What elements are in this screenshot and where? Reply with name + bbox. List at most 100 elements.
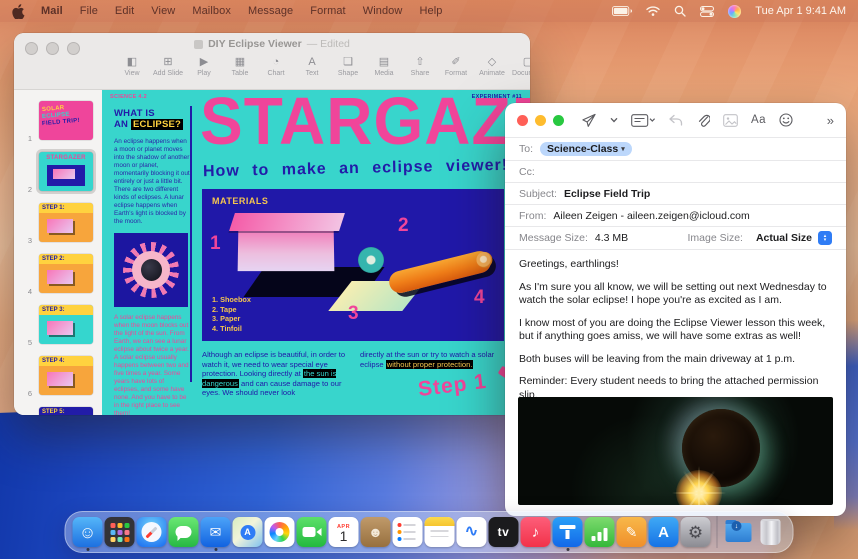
toolbar-overflow-icon[interactable]: » bbox=[827, 113, 834, 128]
dock-contacts[interactable]: ☻ bbox=[361, 517, 391, 547]
menu-window[interactable]: Window bbox=[363, 5, 403, 17]
menu-help[interactable]: Help bbox=[419, 5, 442, 17]
map-marker-icon: A bbox=[240, 525, 255, 540]
toolbar-document[interactable]: ▢Document bbox=[510, 56, 530, 77]
control-center-icon[interactable] bbox=[700, 6, 714, 17]
dock-messages[interactable] bbox=[169, 517, 199, 547]
materials-number-3: 3 bbox=[348, 303, 359, 325]
minimize-button[interactable] bbox=[535, 115, 546, 126]
send-options-chevron-icon[interactable] bbox=[610, 117, 618, 123]
siri-icon[interactable] bbox=[728, 5, 741, 18]
keynote-traffic-lights[interactable] bbox=[25, 42, 80, 55]
slide-thumbnail-6[interactable]: STEP 4: bbox=[39, 356, 93, 395]
dock-facetime[interactable] bbox=[297, 517, 327, 547]
menu-mail[interactable]: Mail bbox=[41, 5, 63, 17]
to-recipient-token[interactable]: Science-Class▾ bbox=[540, 142, 632, 156]
document-icon: ▢ bbox=[523, 56, 530, 69]
thumb-artwork bbox=[47, 372, 73, 386]
menu-format[interactable]: Format bbox=[310, 5, 345, 17]
image-size-select[interactable]: Image Size: Actual Size ▴▾ bbox=[688, 231, 832, 245]
dock-keynote[interactable] bbox=[553, 517, 583, 547]
dock-appstore[interactable]: A bbox=[649, 517, 679, 547]
apple-menu-icon[interactable] bbox=[12, 4, 25, 19]
dock-photos[interactable] bbox=[265, 517, 295, 547]
toolbar-view[interactable]: ◧View bbox=[114, 56, 150, 77]
dock-notes[interactable] bbox=[425, 517, 455, 547]
dock-launchpad[interactable] bbox=[105, 517, 135, 547]
slide-thumbnail-3[interactable]: STEP 1: bbox=[39, 203, 93, 242]
zoom-button[interactable] bbox=[553, 115, 564, 126]
slide-thumbnail-1[interactable]: SOLARECLIPSEFIELD TRIP! bbox=[39, 101, 93, 140]
toolbar-animate[interactable]: ◇Animate bbox=[474, 56, 510, 77]
tv-icon: tv bbox=[498, 526, 510, 538]
toolbar-text[interactable]: AText bbox=[294, 56, 330, 77]
toolbar-play[interactable]: ▶Play bbox=[186, 56, 222, 77]
search-icon[interactable] bbox=[674, 5, 686, 17]
dock-mail[interactable]: ✉ bbox=[201, 517, 231, 547]
dock-trash[interactable] bbox=[756, 517, 786, 547]
toolbar-chart[interactable]: ◔Chart bbox=[258, 56, 294, 77]
slide-thumbnail-7[interactable]: STEP 5: bbox=[39, 407, 93, 415]
toolbar-label: Shape bbox=[338, 70, 358, 77]
toolbar-share[interactable]: ⇧Share bbox=[402, 56, 438, 77]
dock-downloads[interactable]: ↓ bbox=[724, 517, 754, 547]
dock-music[interactable]: ♪ bbox=[521, 517, 551, 547]
dock-tv[interactable]: tv bbox=[489, 517, 519, 547]
format-text-icon[interactable]: Aa bbox=[751, 114, 766, 126]
mail-traffic-lights[interactable] bbox=[517, 115, 564, 126]
dock-reminders[interactable] bbox=[393, 517, 423, 547]
menu-message[interactable]: Message bbox=[248, 5, 293, 17]
toolbar-add-slide[interactable]: ⊞Add Slide bbox=[150, 56, 186, 77]
settings-icon: ⚙ bbox=[688, 524, 703, 541]
slide-canvas[interactable]: SCIENCE 4.2 EXPERIMENT #11 WHAT IS AN EC… bbox=[102, 90, 530, 415]
select-stepper-icon[interactable]: ▴▾ bbox=[818, 231, 832, 245]
dock-freeform[interactable]: ∿ bbox=[457, 517, 487, 547]
send-icon[interactable] bbox=[581, 113, 597, 128]
menu-view[interactable]: View bbox=[151, 5, 175, 17]
tape-illustration bbox=[358, 247, 384, 273]
from-field[interactable]: From: Aileen Zeigen - aileen.zeigen@iclo… bbox=[505, 204, 846, 226]
header-fields-icon[interactable] bbox=[631, 114, 655, 127]
subject-value: Eclipse Field Trip bbox=[564, 188, 650, 200]
toolbar-format[interactable]: ✐Format bbox=[438, 56, 474, 77]
from-value: Aileen Zeigen - aileen.zeigen@icloud.com bbox=[553, 210, 749, 222]
subject-field[interactable]: Subject: Eclipse Field Trip bbox=[505, 182, 846, 204]
dock-pages[interactable]: ✎ bbox=[617, 517, 647, 547]
emoji-icon[interactable] bbox=[779, 113, 793, 127]
cc-field[interactable]: Cc: bbox=[505, 160, 846, 182]
to-field[interactable]: To: Science-Class▾ bbox=[505, 137, 846, 160]
message-body[interactable]: Greetings, earthlings!As I'm sure you al… bbox=[505, 249, 846, 397]
wifi-icon[interactable] bbox=[646, 6, 660, 16]
menu-file[interactable]: File bbox=[80, 5, 98, 17]
download-arrow-icon: ↓ bbox=[732, 521, 742, 531]
slide-thumbnail-4[interactable]: STEP 2: bbox=[39, 254, 93, 293]
reply-indicator-icon bbox=[668, 114, 683, 127]
menu-edit[interactable]: Edit bbox=[115, 5, 134, 17]
dock-settings[interactable]: ⚙ bbox=[681, 517, 711, 547]
slide-thumbnail-row: 7STEP 5: bbox=[22, 404, 96, 415]
eclipse-photo-attachment[interactable] bbox=[518, 397, 833, 505]
battery-icon[interactable] bbox=[612, 6, 632, 16]
dock-finder[interactable]: ☺ bbox=[73, 517, 103, 547]
menu-clock[interactable]: Tue Apr 1 9:41 AM bbox=[755, 5, 846, 17]
toolbar-media[interactable]: ▤Media bbox=[366, 56, 402, 77]
dock-safari[interactable] bbox=[137, 517, 167, 547]
toolbar-table[interactable]: ▦Table bbox=[222, 56, 258, 77]
slide-thumbnail-2[interactable]: STARGAZER bbox=[39, 152, 93, 191]
menu-mailbox[interactable]: Mailbox bbox=[192, 5, 231, 17]
dock-numbers[interactable] bbox=[585, 517, 615, 547]
dock-calendar[interactable]: APR1 bbox=[329, 517, 359, 547]
attach-icon[interactable] bbox=[696, 113, 710, 128]
materials-number-4: 4 bbox=[474, 287, 485, 309]
video-camera-icon bbox=[302, 527, 321, 537]
slide-thumbnail-5[interactable]: STEP 3: bbox=[39, 305, 93, 344]
toolbar-label: Table bbox=[232, 70, 249, 77]
dock-maps[interactable]: A bbox=[233, 517, 263, 547]
materials-label: MATERIALS bbox=[212, 196, 268, 206]
keynote-title-row: DIY Eclipse Viewer — Edited bbox=[14, 33, 530, 55]
body-paragraph: Greetings, earthlings! bbox=[519, 258, 832, 272]
close-button[interactable] bbox=[517, 115, 528, 126]
slide-heading: WHAT IS AN ECLIPSE? bbox=[114, 108, 190, 130]
toolbar-shape[interactable]: ❏Shape bbox=[330, 56, 366, 77]
toolbar-label: Media bbox=[374, 70, 393, 77]
